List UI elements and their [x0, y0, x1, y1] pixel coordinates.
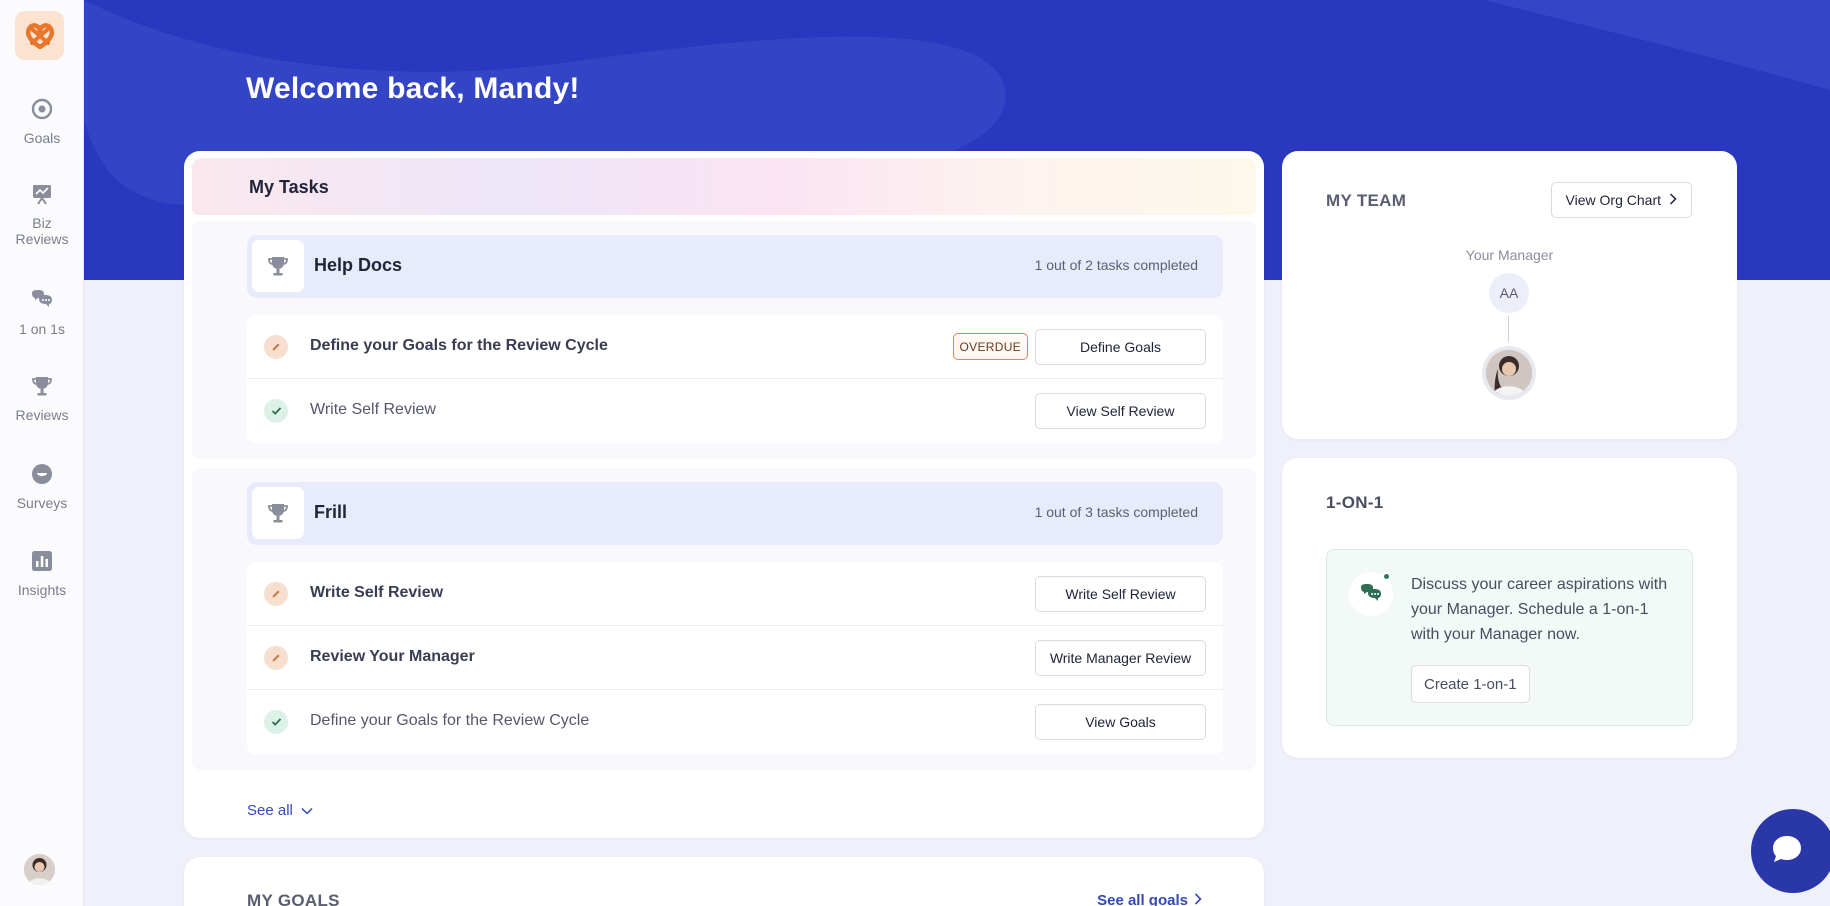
task-row: Review Your Manager Write Manager Review	[247, 626, 1223, 690]
create-1-on-1-button[interactable]: Create 1-on-1	[1411, 665, 1530, 703]
see-all-goals-link[interactable]: See all goals	[1097, 892, 1202, 906]
manager-label: Your Manager	[1465, 247, 1554, 263]
trophy-icon	[29, 373, 55, 399]
target-icon	[29, 96, 55, 122]
task-label: Write Self Review	[310, 401, 436, 418]
pencil-icon	[264, 582, 288, 606]
my-tasks-title: My Tasks	[249, 177, 329, 197]
sidebar: Goals Biz Reviews 1 on 1s Reviews Survey…	[0, 0, 84, 906]
checkmark-icon	[264, 710, 288, 734]
write-self-review-button[interactable]: Write Self Review	[1035, 576, 1206, 612]
sidebar-item-label: 1 on 1s	[19, 321, 65, 337]
view-org-chart-label: View Org Chart	[1565, 192, 1661, 208]
user-avatar[interactable]	[24, 854, 55, 885]
overdue-badge: OVERDUE	[952, 333, 1028, 360]
sidebar-item-label: Insights	[17, 582, 67, 598]
task-group-progress: 1 out of 2 tasks completed	[1034, 257, 1198, 273]
sidebar-item-goals[interactable]: Goals	[0, 96, 84, 146]
presentation-icon	[29, 181, 55, 207]
task-group-progress: 1 out of 3 tasks completed	[1034, 504, 1198, 520]
see-all-tasks-link[interactable]: See all	[247, 802, 313, 819]
task-list: Define your Goals for the Review Cycle O…	[247, 315, 1223, 443]
task-label: Define your Goals for the Review Cycle	[310, 712, 590, 729]
see-all-label: See all	[247, 802, 293, 819]
chat-bubbles-icon	[29, 287, 55, 313]
checkmark-icon	[264, 399, 288, 423]
view-self-review-button[interactable]: View Self Review	[1035, 393, 1206, 429]
view-goals-button[interactable]: View Goals	[1035, 704, 1206, 740]
my-goals-title: MY GOALS	[247, 891, 340, 906]
my-team-card: MY TEAM View Org Chart Your Manager AA	[1282, 151, 1737, 439]
task-label: Write Self Review	[310, 584, 444, 601]
trophy-icon	[252, 487, 304, 539]
chevron-right-icon	[1669, 192, 1677, 208]
task-row: Write Self Review Write Self Review	[247, 562, 1223, 626]
one-on-one-card: 1-ON-1 Discuss your career aspirations w…	[1282, 458, 1737, 758]
my-tasks-card: My Tasks Help Docs 1 out of 2 tasks comp…	[184, 151, 1264, 838]
sidebar-item-1-on-1s[interactable]: 1 on 1s	[0, 287, 84, 337]
one-on-one-message: Discuss your career aspirations with you…	[1411, 576, 1668, 643]
sidebar-item-label: Reviews	[15, 407, 69, 423]
sidebar-item-insights[interactable]: Insights	[0, 548, 84, 598]
chat-bubble-icon	[1771, 834, 1803, 869]
pencil-icon	[264, 335, 288, 359]
sidebar-item-label: Biz Reviews	[15, 215, 69, 247]
support-chat-button[interactable]	[1751, 809, 1830, 893]
task-list: Write Self Review Write Self Review Revi…	[247, 562, 1223, 754]
sidebar-item-biz-reviews[interactable]: Biz Reviews	[0, 181, 84, 247]
task-row: Define your Goals for the Review Cycle O…	[247, 315, 1223, 379]
task-label: Review Your Manager	[310, 648, 475, 665]
self-avatar[interactable]	[1482, 346, 1536, 400]
survey-icon	[29, 461, 55, 487]
chat-icon	[1349, 572, 1393, 616]
task-group-header[interactable]: Help Docs 1 out of 2 tasks completed	[247, 235, 1223, 298]
my-goals-card: MY GOALS See all goals	[184, 857, 1264, 906]
sidebar-item-surveys[interactable]: Surveys	[0, 461, 84, 511]
task-group-name: Frill	[314, 502, 348, 522]
online-dot	[1382, 572, 1391, 581]
pencil-icon	[264, 646, 288, 670]
task-label: Define your Goals for the Review Cycle	[310, 337, 608, 354]
task-group-name: Help Docs	[314, 255, 403, 275]
org-connector-line	[1508, 316, 1509, 342]
trophy-icon	[252, 240, 304, 292]
chevron-down-icon	[301, 802, 313, 819]
task-group-header[interactable]: Frill 1 out of 3 tasks completed	[247, 482, 1223, 545]
sidebar-item-label: Goals	[23, 130, 61, 146]
see-all-goals-label: See all goals	[1097, 892, 1188, 906]
pretzel-logo-icon[interactable]	[15, 11, 64, 60]
welcome-heading: Welcome back, Mandy!	[246, 72, 580, 105]
chevron-right-icon	[1194, 892, 1202, 906]
sidebar-item-label: Surveys	[16, 495, 68, 511]
sidebar-item-reviews[interactable]: Reviews	[0, 373, 84, 423]
task-group-frill: Frill 1 out of 3 tasks completed Write S…	[192, 468, 1256, 770]
manager-avatar[interactable]: AA	[1489, 273, 1529, 313]
one-on-one-prompt: Discuss your career aspirations with you…	[1326, 549, 1693, 726]
view-org-chart-button[interactable]: View Org Chart	[1550, 182, 1692, 218]
task-group-help-docs: Help Docs 1 out of 2 tasks completed Def…	[192, 221, 1256, 459]
write-manager-review-button[interactable]: Write Manager Review	[1035, 640, 1206, 676]
bar-chart-icon	[29, 548, 55, 574]
my-team-title: MY TEAM	[1326, 191, 1407, 210]
define-goals-button[interactable]: Define Goals	[1035, 329, 1206, 365]
my-tasks-header: My Tasks	[192, 158, 1256, 215]
task-row: Write Self Review View Self Review	[247, 379, 1223, 443]
task-row: Define your Goals for the Review Cycle V…	[247, 690, 1223, 754]
one-on-one-title: 1-ON-1	[1326, 493, 1384, 512]
